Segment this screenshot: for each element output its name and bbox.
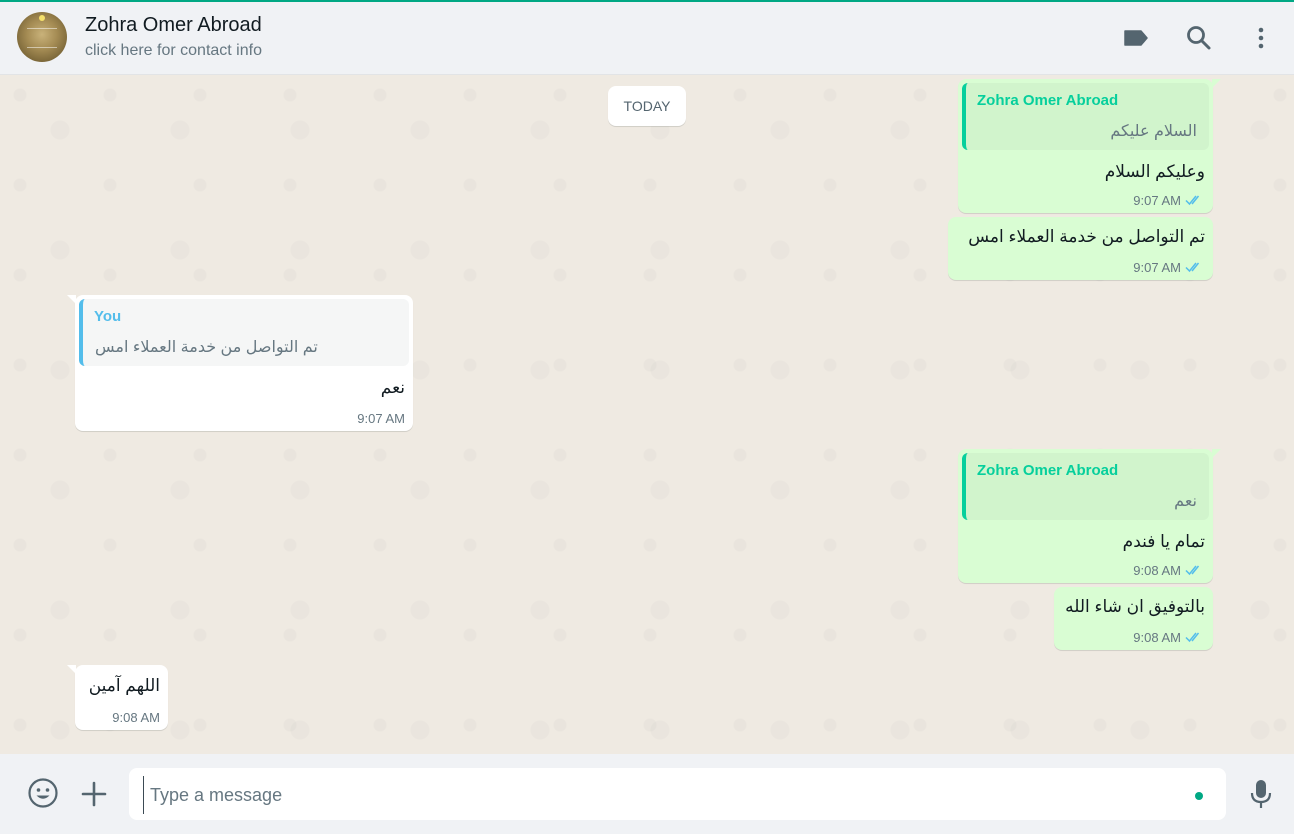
search-icon[interactable] bbox=[1185, 24, 1213, 52]
contact-avatar[interactable] bbox=[17, 12, 67, 62]
emoji-icon[interactable] bbox=[27, 777, 59, 809]
message-bubble-outgoing[interactable]: بالتوفيق ان شاء الله 9:08 AM bbox=[1054, 587, 1213, 650]
message-bubble-outgoing[interactable]: تم التواصل من خدمة العملاء امس 9:07 AM bbox=[948, 217, 1213, 280]
message-time: 9:08 AM bbox=[1133, 563, 1181, 578]
message-bubble-incoming[interactable]: اللهم آمين 9:08 AM bbox=[67, 665, 168, 730]
avatar-detail bbox=[27, 28, 57, 48]
quote-text: نعم bbox=[1174, 493, 1197, 510]
message-time: 9:07 AM bbox=[357, 411, 405, 426]
quoted-message[interactable]: Zohra Omer Abroad السلام عليكم bbox=[962, 83, 1209, 150]
read-ticks-icon bbox=[1185, 564, 1203, 576]
microphone-icon[interactable] bbox=[1247, 778, 1275, 810]
contact-info-link[interactable]: click here for contact info bbox=[85, 42, 262, 60]
contact-name[interactable]: Zohra Omer Abroad bbox=[85, 14, 262, 37]
chat-header[interactable]: Zohra Omer Abroad click here for contact… bbox=[0, 2, 1294, 75]
quote-author: You bbox=[94, 308, 122, 325]
quoted-message[interactable]: You تم التواصل من خدمة العملاء امس bbox=[79, 299, 409, 366]
date-divider: TODAY bbox=[608, 86, 686, 126]
message-input[interactable] bbox=[143, 776, 1192, 814]
quote-author: Zohra Omer Abroad bbox=[977, 462, 1119, 479]
message-time: 9:08 AM bbox=[112, 710, 160, 725]
message-text: تم التواصل من خدمة العملاء امس bbox=[968, 227, 1205, 246]
quoted-message[interactable]: Zohra Omer Abroad نعم bbox=[962, 453, 1209, 520]
label-icon[interactable] bbox=[1122, 24, 1150, 52]
message-bubble-outgoing[interactable]: Zohra Omer Abroad نعم تمام يا فندم 9:08 … bbox=[958, 449, 1221, 583]
message-time: 9:08 AM bbox=[1133, 630, 1181, 645]
read-ticks-icon bbox=[1185, 631, 1203, 643]
quote-text: السلام عليكم bbox=[1110, 123, 1197, 140]
attach-plus-icon[interactable] bbox=[80, 780, 108, 808]
chat-panel[interactable]: TODAY Zohra Omer Abroad السلام عليكم وعل… bbox=[0, 75, 1294, 754]
read-ticks-icon bbox=[1185, 261, 1203, 273]
message-time: 9:07 AM bbox=[1133, 193, 1181, 208]
message-time: 9:07 AM bbox=[1133, 260, 1181, 275]
read-ticks-icon bbox=[1185, 194, 1203, 206]
quote-author: Zohra Omer Abroad bbox=[977, 92, 1119, 109]
menu-icon[interactable] bbox=[1247, 24, 1275, 52]
compose-bar bbox=[0, 754, 1294, 834]
message-input-container[interactable] bbox=[129, 768, 1226, 820]
message-text: نعم bbox=[380, 378, 405, 397]
message-text: تمام يا فندم bbox=[1122, 532, 1205, 551]
message-text: اللهم آمين bbox=[88, 676, 160, 695]
message-bubble-incoming[interactable]: You تم التواصل من خدمة العملاء امس نعم 9… bbox=[67, 295, 413, 431]
message-text: بالتوفيق ان شاء الله bbox=[1065, 597, 1205, 616]
quote-text: تم التواصل من خدمة العملاء امس bbox=[95, 339, 318, 356]
message-bubble-outgoing[interactable]: Zohra Omer Abroad السلام عليكم وعليكم ال… bbox=[958, 79, 1221, 213]
avatar-flower bbox=[39, 15, 45, 21]
status-dot-icon bbox=[1195, 792, 1203, 800]
message-text: وعليكم السلام bbox=[1104, 162, 1205, 181]
